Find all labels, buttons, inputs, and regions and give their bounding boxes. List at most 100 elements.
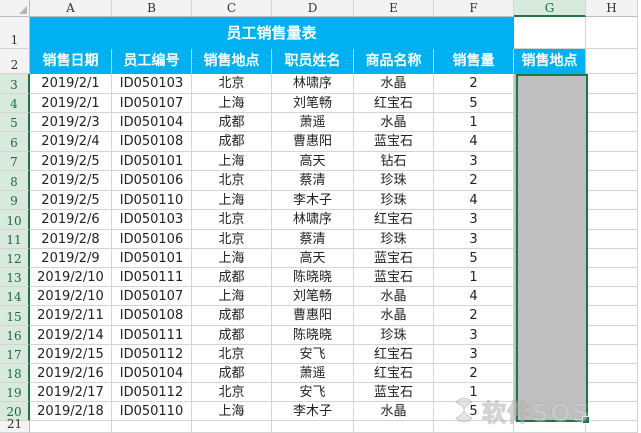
header-cell-a[interactable]: 销售日期 xyxy=(30,49,112,74)
data-cell-f12[interactable]: 5 xyxy=(434,249,514,268)
cell-h18[interactable] xyxy=(586,364,638,383)
data-cell-b4[interactable]: ID050107 xyxy=(112,94,192,113)
column-header-e[interactable]: E xyxy=(354,0,434,17)
row-header-9[interactable]: 9 xyxy=(0,191,30,210)
data-cell-d16[interactable]: 陈晓晓 xyxy=(272,326,354,345)
data-cell-b11[interactable]: ID050106 xyxy=(112,230,192,249)
header-cell-c[interactable]: 销售地点 xyxy=(192,49,272,74)
data-cell-a17[interactable]: 2019/2/15 xyxy=(30,345,112,364)
selected-cell-g16[interactable] xyxy=(514,326,586,345)
selected-cell-g17[interactable] xyxy=(514,345,586,364)
data-cell-b19[interactable]: ID050112 xyxy=(112,383,192,402)
data-cell-a3[interactable]: 2019/2/1 xyxy=(30,74,112,94)
header-cell-e[interactable]: 商品名称 xyxy=(354,49,434,74)
cell-h16[interactable] xyxy=(586,326,638,345)
selected-cell-g12[interactable] xyxy=(514,249,586,268)
row-header-15[interactable]: 15 xyxy=(0,306,30,326)
row-header-1[interactable]: 1 xyxy=(0,17,30,49)
data-cell-f13[interactable]: 1 xyxy=(434,268,514,287)
data-cell-f5[interactable]: 1 xyxy=(434,113,514,132)
data-cell-e11[interactable]: 珍珠 xyxy=(354,230,434,249)
data-cell-a10[interactable]: 2019/2/6 xyxy=(30,210,112,230)
selected-cell-g13[interactable] xyxy=(514,268,586,287)
header-cell-d[interactable]: 职员姓名 xyxy=(272,49,354,74)
data-cell-e17[interactable]: 红宝石 xyxy=(354,345,434,364)
cell-h17[interactable] xyxy=(586,345,638,364)
cell-h19[interactable] xyxy=(586,383,638,402)
row-header-14[interactable]: 14 xyxy=(0,287,30,306)
data-cell-a11[interactable]: 2019/2/8 xyxy=(30,230,112,249)
row-header-8[interactable]: 8 xyxy=(0,171,30,191)
data-cell-c16[interactable]: 成都 xyxy=(192,326,272,345)
row-header-11[interactable]: 11 xyxy=(0,230,30,249)
data-cell-d7[interactable]: 高天 xyxy=(272,152,354,171)
data-cell-d19[interactable]: 安飞 xyxy=(272,383,354,402)
data-cell-d4[interactable]: 刘笔畅 xyxy=(272,94,354,113)
data-cell-f16[interactable]: 3 xyxy=(434,326,514,345)
column-header-d[interactable]: D xyxy=(272,0,354,17)
data-cell-c8[interactable]: 北京 xyxy=(192,171,272,191)
selected-cell-g15[interactable] xyxy=(514,306,586,326)
cell-h9[interactable] xyxy=(586,191,638,210)
data-cell-a5[interactable]: 2019/2/3 xyxy=(30,113,112,132)
data-cell-e14[interactable]: 水晶 xyxy=(354,287,434,306)
header-cell-g[interactable]: 销售地点 xyxy=(514,49,586,74)
data-cell-f9[interactable]: 4 xyxy=(434,191,514,210)
data-cell-e9[interactable]: 珍珠 xyxy=(354,191,434,210)
cell-h6[interactable] xyxy=(586,132,638,152)
data-cell-d3[interactable]: 林啸序 xyxy=(272,74,354,94)
data-cell-c7[interactable]: 上海 xyxy=(192,152,272,171)
data-cell-e3[interactable]: 水晶 xyxy=(354,74,434,94)
data-cell-f14[interactable]: 4 xyxy=(434,287,514,306)
cell-h3[interactable] xyxy=(586,74,638,94)
data-cell-b7[interactable]: ID050101 xyxy=(112,152,192,171)
cell-h4[interactable] xyxy=(586,94,638,113)
row-header-7[interactable]: 7 xyxy=(0,152,30,171)
selected-cell-g8[interactable] xyxy=(514,171,586,191)
cell-h7[interactable] xyxy=(586,152,638,171)
selected-cell-g11[interactable] xyxy=(514,230,586,249)
column-header-h[interactable]: H xyxy=(586,0,638,17)
data-cell-f11[interactable]: 3 xyxy=(434,230,514,249)
cell-h2[interactable] xyxy=(586,49,638,74)
data-cell-a16[interactable]: 2019/2/14 xyxy=(30,326,112,345)
data-cell-b14[interactable]: ID050107 xyxy=(112,287,192,306)
row-header-19[interactable]: 19 xyxy=(0,383,30,402)
cell-h21[interactable] xyxy=(586,421,638,433)
cell-h8[interactable] xyxy=(586,171,638,191)
data-cell-c11[interactable]: 北京 xyxy=(192,230,272,249)
data-cell-c12[interactable]: 上海 xyxy=(192,249,272,268)
data-cell-e12[interactable]: 蓝宝石 xyxy=(354,249,434,268)
row-header-5[interactable]: 5 xyxy=(0,113,30,132)
row-header-17[interactable]: 17 xyxy=(0,345,30,364)
data-cell-d13[interactable]: 陈晓晓 xyxy=(272,268,354,287)
data-cell-c5[interactable]: 成都 xyxy=(192,113,272,132)
row-header-3[interactable]: 3 xyxy=(0,74,30,94)
cell-h13[interactable] xyxy=(586,268,638,287)
row-header-10[interactable]: 10 xyxy=(0,210,30,230)
data-cell-d9[interactable]: 李木子 xyxy=(272,191,354,210)
column-header-b[interactable]: B xyxy=(112,0,192,17)
data-cell-a13[interactable]: 2019/2/10 xyxy=(30,268,112,287)
header-cell-b[interactable]: 员工编号 xyxy=(112,49,192,74)
data-cell-e19[interactable]: 蓝宝石 xyxy=(354,383,434,402)
data-cell-d18[interactable]: 萧遥 xyxy=(272,364,354,383)
data-cell-d17[interactable]: 安飞 xyxy=(272,345,354,364)
cell-c21[interactable] xyxy=(192,421,272,433)
row-header-12[interactable]: 12 xyxy=(0,249,30,268)
column-header-c[interactable]: C xyxy=(192,0,272,17)
cell-d21[interactable] xyxy=(272,421,354,433)
data-cell-b10[interactable]: ID050103 xyxy=(112,210,192,230)
data-cell-c6[interactable]: 成都 xyxy=(192,132,272,152)
data-cell-b16[interactable]: ID050111 xyxy=(112,326,192,345)
data-cell-a9[interactable]: 2019/2/5 xyxy=(30,191,112,210)
data-cell-d15[interactable]: 曹惠阳 xyxy=(272,306,354,326)
cell-h5[interactable] xyxy=(586,113,638,132)
data-cell-b20[interactable]: ID050110 xyxy=(112,402,192,421)
row-header-6[interactable]: 6 xyxy=(0,132,30,152)
data-cell-f6[interactable]: 4 xyxy=(434,132,514,152)
data-cell-e4[interactable]: 红宝石 xyxy=(354,94,434,113)
data-cell-a12[interactable]: 2019/2/9 xyxy=(30,249,112,268)
column-header-g[interactable]: G xyxy=(514,0,586,17)
data-cell-b3[interactable]: ID050103 xyxy=(112,74,192,94)
